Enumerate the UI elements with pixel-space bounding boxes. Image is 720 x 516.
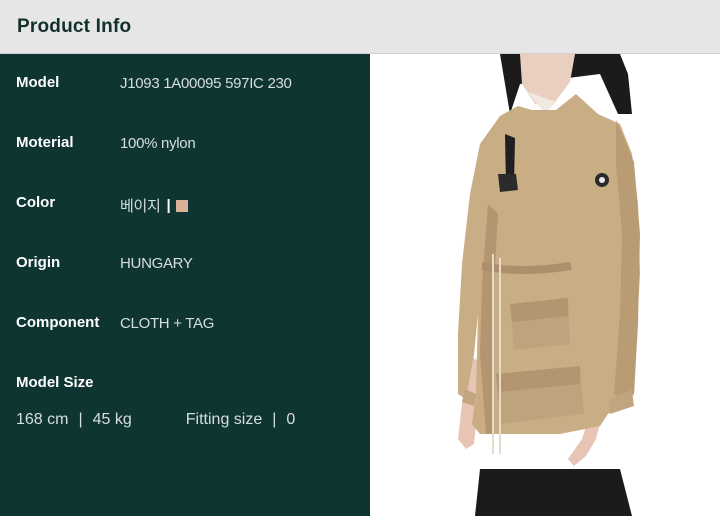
detail-label: Component xyxy=(16,314,100,331)
color-swatch xyxy=(176,199,189,212)
color-value: 베이지 | xyxy=(120,195,189,216)
model-height: 168 cm xyxy=(16,411,69,428)
detail-value: 100% nylon xyxy=(120,135,196,152)
page-title: Product Info xyxy=(17,16,132,37)
color-separator: | xyxy=(166,197,171,214)
size-separator: | xyxy=(78,411,83,428)
fitting-separator: | xyxy=(272,411,277,428)
detail-label: Model xyxy=(16,74,60,91)
detail-value: HUNGARY xyxy=(120,255,193,272)
model-weight: 45 kg xyxy=(92,411,132,428)
model-size-values: 168 cm | 45 kg Fitting size | 0 xyxy=(16,411,295,429)
model-size-label: Model Size xyxy=(16,374,94,391)
detail-value: CLOTH + TAG xyxy=(120,315,215,332)
detail-label: Moterial xyxy=(16,134,74,151)
model-wearing-jacket-image xyxy=(458,54,640,516)
product-info-panel: Model J1093 1A00095 597IC 230 Moterial 1… xyxy=(0,54,370,516)
detail-value: J1093 1A00095 597IC 230 xyxy=(120,75,292,92)
fitting-size-label: Fitting size xyxy=(185,411,263,428)
product-photo xyxy=(370,54,720,516)
header-bar: Product Info xyxy=(0,0,720,54)
fitting-size-value: 0 xyxy=(286,411,296,428)
detail-label: Color xyxy=(16,194,56,211)
detail-label: Origin xyxy=(16,254,61,271)
color-name: 베이지 xyxy=(120,198,161,215)
